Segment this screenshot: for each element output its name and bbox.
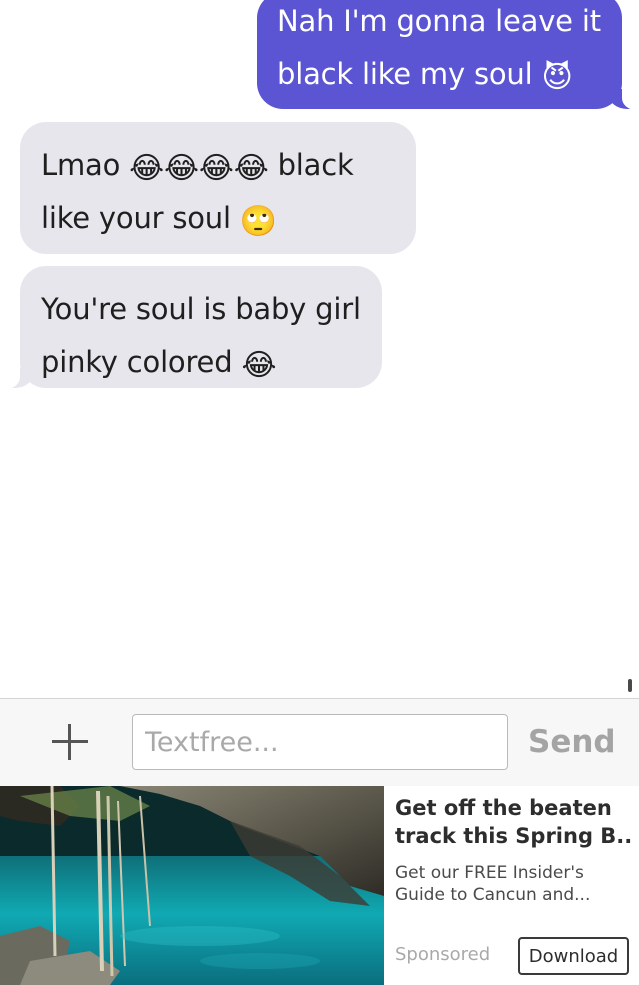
messaging-screen: Nah I'm gonna leave it black like my sou…	[0, 0, 639, 985]
add-attachment-button[interactable]	[52, 724, 88, 760]
smiling-devil-emoji-icon: 😈	[541, 60, 573, 95]
eye-roll-emoji-icon: 🙄	[239, 204, 278, 239]
compose-bar: Send	[0, 698, 639, 786]
message-line: pinky colored 😂	[41, 345, 277, 383]
sponsored-ad-banner[interactable]: Get off the beaten track this Spring B..…	[0, 786, 639, 985]
tears-of-joy-emoji-icon: 😂	[241, 348, 277, 383]
message-line: Nah I'm gonna leave it	[277, 4, 601, 38]
message-line: Lmao 😂😂😂😂 black	[41, 148, 354, 186]
message-line: black like my soul 😈	[277, 57, 573, 95]
sponsored-label: Sponsored	[395, 944, 491, 965]
message-line: like your soul 🙄	[41, 201, 278, 239]
tears-of-joy-emoji-icon: 😂😂😂😂	[129, 151, 269, 186]
message-input[interactable]	[132, 714, 508, 770]
message-thread[interactable]: Nah I'm gonna leave it black like my sou…	[0, 0, 639, 698]
ad-headline[interactable]: Get off the beaten track this Spring B..…	[395, 794, 633, 850]
ad-image-cenote[interactable]	[0, 786, 384, 985]
incoming-message-bubble[interactable]: Lmao 😂😂😂😂 black like your soul 🙄	[20, 122, 416, 254]
outgoing-message-bubble[interactable]: Nah I'm gonna leave it black like my sou…	[257, 0, 639, 110]
send-button[interactable]: Send	[528, 719, 616, 765]
ad-description: Get our FREE Insider's Guide to Cancun a…	[395, 863, 591, 905]
scrollbar[interactable]	[628, 679, 632, 692]
incoming-message-bubble[interactable]: You're soul is baby girl pinky colored 😂	[0, 266, 382, 389]
download-button[interactable]: Download	[518, 937, 629, 975]
message-line: You're soul is baby girl	[41, 292, 361, 326]
